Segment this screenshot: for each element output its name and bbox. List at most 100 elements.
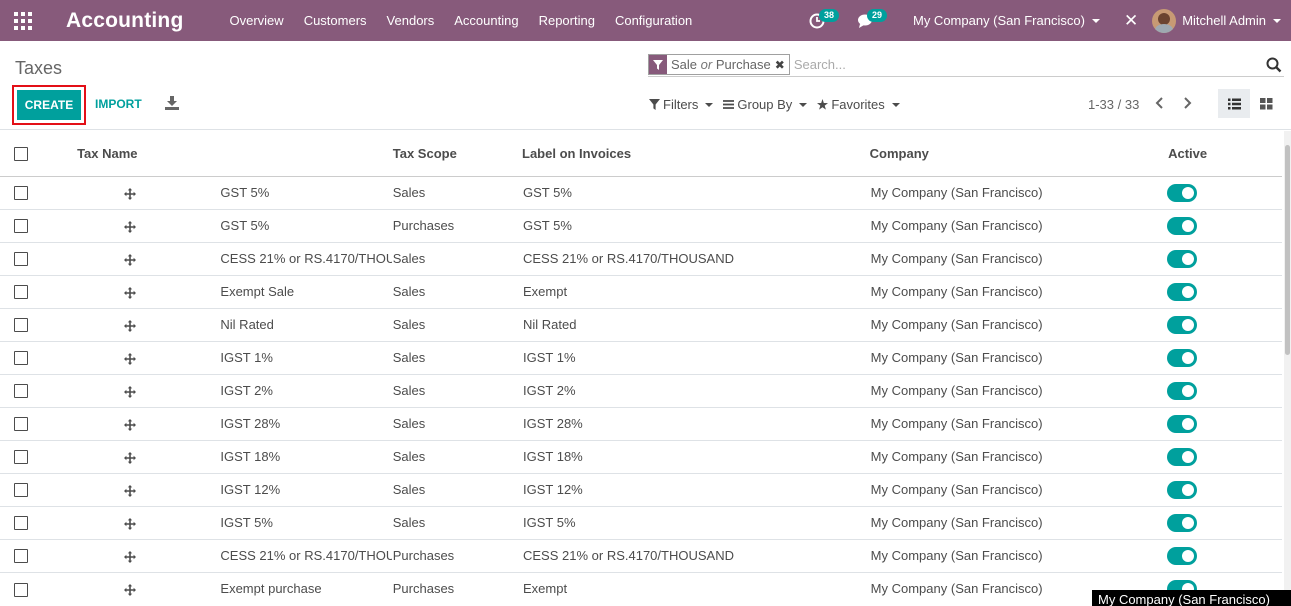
menu-item-overview[interactable]: Overview xyxy=(220,0,294,41)
activity-button[interactable]: 38 xyxy=(799,0,839,41)
active-toggle[interactable] xyxy=(1167,414,1198,433)
table-row[interactable]: IGST 1% Sales IGST 1% My Company (San Franc… xyxy=(0,340,1282,374)
drag-handle-icon[interactable] xyxy=(124,220,137,233)
app-name[interactable]: Accounting xyxy=(66,9,184,33)
search-icon[interactable] xyxy=(1266,57,1282,73)
table-row[interactable]: IGST 5% Sales IGST 5% My Company (San Franc… xyxy=(0,505,1282,539)
cell-active xyxy=(1167,538,1282,572)
drag-handle-cell xyxy=(43,439,218,473)
drag-handle-icon[interactable] xyxy=(124,583,137,596)
chevron-left-icon[interactable] xyxy=(1153,95,1167,111)
drag-handle-cell xyxy=(43,505,218,539)
kanban-icon xyxy=(1259,97,1272,109)
drag-handle-icon[interactable] xyxy=(124,418,137,431)
active-toggle[interactable] xyxy=(1167,546,1198,565)
header-label-on-invoices[interactable]: Label on Invoices xyxy=(522,131,870,177)
table-row[interactable]: CESS 21% or RS.4170/THOUSANDPurchasesCES… xyxy=(0,538,1282,572)
user-menu[interactable]: Mitchell Admin xyxy=(1152,8,1291,33)
kanban-view-button[interactable] xyxy=(1254,89,1278,118)
drag-handle-icon[interactable] xyxy=(124,517,137,530)
table-row[interactable]: Exempt Sale Sales Exempt My Company (San Fr… xyxy=(0,274,1282,308)
active-toggle[interactable] xyxy=(1167,513,1198,532)
row-checkbox[interactable] xyxy=(14,384,28,399)
table-row[interactable]: Exempt purchase Purchases Exempt My Company… xyxy=(0,571,1282,605)
create-button[interactable]: CREATE xyxy=(16,90,82,120)
search-input[interactable] xyxy=(793,57,1254,72)
row-checkbox[interactable] xyxy=(14,483,28,498)
drag-handle-cell xyxy=(43,472,218,506)
active-toggle[interactable] xyxy=(1167,282,1198,301)
row-checkbox[interactable] xyxy=(14,516,28,531)
table-row[interactable]: Nil Rated Sales Nil Rated My Company (San F… xyxy=(0,307,1282,341)
active-toggle[interactable] xyxy=(1167,216,1198,235)
cell-company: My Company (San Francisco) xyxy=(869,439,1168,473)
table-row[interactable]: CESS 21% or RS.4170/THOUSANDSalesCESS 21… xyxy=(0,241,1282,275)
drag-handle-icon[interactable] xyxy=(124,385,137,398)
cell-company: My Company (San Francisco) xyxy=(869,208,1168,242)
favorites-dropdown[interactable]: Favorites xyxy=(817,97,900,112)
menu-item-configuration[interactable]: Configuration xyxy=(605,0,702,41)
row-checkbox[interactable] xyxy=(14,285,28,300)
import-button[interactable]: IMPORT xyxy=(95,97,142,111)
active-toggle[interactable] xyxy=(1167,480,1198,499)
cell-tax-name: IGST 28% xyxy=(217,406,392,440)
caret-down-icon xyxy=(705,102,714,107)
active-toggle[interactable] xyxy=(1167,348,1198,367)
row-select-cell xyxy=(0,439,44,473)
row-checkbox[interactable] xyxy=(14,549,28,564)
groupby-dropdown[interactable]: Group By xyxy=(723,97,808,112)
pager-value[interactable]: 1-33 / 33 xyxy=(1088,97,1139,112)
search-facet[interactable]: Sale or Purchase ✖ xyxy=(648,54,790,75)
header-company[interactable]: Company xyxy=(869,131,1168,177)
cell-tax-name: IGST 18% xyxy=(217,439,392,473)
cell-label-on-invoices: CESS 21% or RS.4170/THOUSAND xyxy=(522,538,870,572)
active-toggle[interactable] xyxy=(1167,183,1198,202)
drag-handle-icon[interactable] xyxy=(124,253,137,266)
drag-handle-icon[interactable] xyxy=(124,451,137,464)
chevron-right-icon[interactable] xyxy=(1180,95,1194,111)
active-toggle[interactable] xyxy=(1167,381,1198,400)
cell-company: My Company (San Francisco) xyxy=(870,185,1043,200)
filters-dropdown[interactable]: Filters xyxy=(649,97,714,112)
row-checkbox[interactable] xyxy=(14,351,28,366)
active-toggle[interactable] xyxy=(1167,315,1198,334)
apps-menu-icon[interactable] xyxy=(0,0,46,41)
select-all-checkbox[interactable] xyxy=(14,147,28,162)
header-tax-name[interactable]: Tax Name xyxy=(43,131,392,177)
active-toggle[interactable] xyxy=(1167,447,1198,466)
drag-handle-icon[interactable] xyxy=(124,352,137,365)
drag-handle-icon[interactable] xyxy=(124,187,137,200)
scrollbar-thumb[interactable] xyxy=(1285,145,1290,355)
drag-handle-icon[interactable] xyxy=(124,550,137,563)
menu-item-reporting[interactable]: Reporting xyxy=(529,0,605,41)
row-checkbox[interactable] xyxy=(14,417,28,432)
debug-tools-icon[interactable]: ✕ xyxy=(1110,11,1152,31)
row-checkbox[interactable] xyxy=(14,318,28,333)
drag-handle-cell xyxy=(43,406,218,440)
row-checkbox[interactable] xyxy=(14,186,28,201)
download-icon[interactable] xyxy=(165,96,179,110)
messaging-button[interactable]: 29 xyxy=(847,0,887,41)
active-toggle[interactable] xyxy=(1167,249,1198,268)
company-switcher[interactable]: My Company (San Francisco) xyxy=(883,13,1110,28)
menu-item-vendors[interactable]: Vendors xyxy=(377,0,445,41)
table-row[interactable]: GST 5% Purchases GST 5% My Company (San Fra… xyxy=(0,208,1282,242)
table-row[interactable]: IGST 28% Sales IGST 28% My Company (San Fra… xyxy=(0,406,1282,440)
drag-handle-icon[interactable] xyxy=(124,286,137,299)
row-checkbox[interactable] xyxy=(14,219,28,234)
list-view-button[interactable] xyxy=(1218,89,1250,118)
menu-item-accounting[interactable]: Accounting xyxy=(444,0,528,41)
table-row[interactable]: GST 5% Sales GST 5% My Company (San Francis… xyxy=(0,176,1282,209)
row-checkbox[interactable] xyxy=(14,252,28,267)
table-row[interactable]: IGST 18% Sales IGST 18% My Company (San Fra… xyxy=(0,439,1282,473)
drag-handle-icon[interactable] xyxy=(124,484,137,497)
row-checkbox[interactable] xyxy=(14,582,28,597)
header-tax-scope[interactable]: Tax Scope xyxy=(391,131,522,177)
facet-remove-icon[interactable]: ✖ xyxy=(775,58,789,72)
drag-handle-icon[interactable] xyxy=(124,319,137,332)
table-row[interactable]: IGST 2% Sales IGST 2% My Company (San Franc… xyxy=(0,373,1282,407)
header-active[interactable]: Active xyxy=(1167,131,1282,177)
table-row[interactable]: IGST 12% Sales IGST 12% My Company (San Fra… xyxy=(0,472,1282,506)
menu-item-customers[interactable]: Customers xyxy=(294,0,377,41)
row-checkbox[interactable] xyxy=(14,450,28,465)
